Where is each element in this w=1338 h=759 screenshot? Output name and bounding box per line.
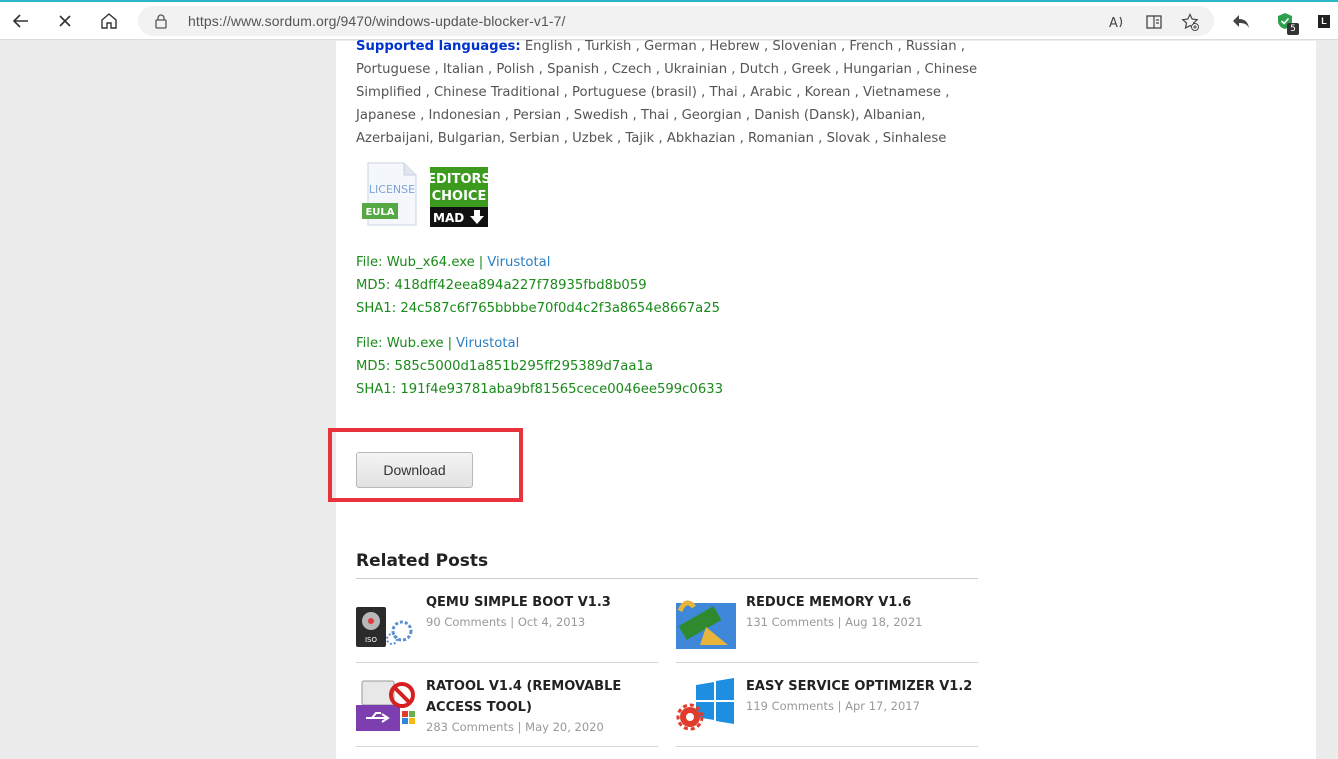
home-button[interactable] <box>94 6 124 36</box>
reduce-memory-thumbnail[interactable] <box>676 593 736 649</box>
reply-arrow-icon <box>1233 15 1249 28</box>
file-separator: | <box>478 255 484 270</box>
editors-line3: MAD <box>433 211 464 225</box>
svg-text:ISO: ISO <box>365 636 378 644</box>
qemu-thumbnail[interactable]: ISO <box>356 593 416 649</box>
related-posts-heading: Related Posts <box>356 551 489 571</box>
post-title[interactable]: REDUCE MEMORY V1.6 <box>746 592 978 613</box>
file-info-x86: File: Wub.exe | Virustotal MD5: 585c5000d1… <box>356 332 723 401</box>
file-info-x64: File: Wub_x64.exe | Virustotal MD5: 418dff… <box>356 251 720 320</box>
virustotal-link[interactable]: Virustotal <box>456 336 519 351</box>
svg-text:A: A <box>1109 16 1118 31</box>
editors-line2: CHOICE <box>432 189 487 204</box>
virustotal-link[interactable]: Virustotal <box>487 255 550 270</box>
file-name: File: Wub.exe <box>356 336 444 351</box>
easy-service-optimizer-thumbnail[interactable] <box>676 677 736 733</box>
post-meta: 283 Comments | May 20, 2020 <box>426 720 604 734</box>
home-icon <box>101 13 117 29</box>
meta-separator: | <box>837 699 842 713</box>
related-post-ratool[interactable]: RATOOL V1.4 (REMOVABLE ACCESS TOOL) 283 … <box>356 663 658 747</box>
post-meta: 90 Comments | Oct 4, 2013 <box>426 615 585 629</box>
supported-languages-paragraph: Supported languages: English , Turkish ,… <box>356 35 978 150</box>
post-comments[interactable]: 283 Comments <box>426 720 514 734</box>
extension-shield-button[interactable]: 5 <box>1277 12 1299 35</box>
file-separator: | <box>447 336 453 351</box>
read-aloud-icon[interactable]: A <box>1108 13 1126 31</box>
related-post-reduce-memory[interactable]: REDUCE MEMORY V1.6 131 Comments | Aug 18… <box>676 579 978 663</box>
ratool-thumbnail[interactable] <box>356 677 416 733</box>
meta-separator: | <box>837 615 842 629</box>
sha1-hash: SHA1: 191f4e93781aba9bf81565cece0046ee59… <box>356 382 723 397</box>
sha1-hash: SHA1: 24c587c6f765bbbbe70f0d4c2f3a8654e8… <box>356 301 721 316</box>
meta-separator: | <box>517 720 522 734</box>
post-date: Apr 17, 2017 <box>845 699 920 713</box>
immersive-reader-icon[interactable] <box>1145 13 1163 31</box>
post-meta: 119 Comments | Apr 17, 2017 <box>746 699 920 713</box>
meta-separator: | <box>510 615 515 629</box>
related-post-qemu[interactable]: ISO QEMU SIMPLE BOOT V1.3 90 Comments | … <box>356 579 658 663</box>
md5-hash: MD5: 585c5000d1a851b295ff295389d7aa1a <box>356 359 653 374</box>
article-content: Supported languages: English , Turkish ,… <box>328 39 978 747</box>
post-comments[interactable]: 119 Comments <box>746 699 834 713</box>
post-date: Oct 4, 2013 <box>517 615 586 629</box>
back-button[interactable] <box>6 6 36 36</box>
eula-text: EULA <box>365 207 394 218</box>
address-bar[interactable]: https://www.sordum.org/9470/windows-upda… <box>138 6 1214 36</box>
post-meta: 131 Comments | Aug 18, 2021 <box>746 615 922 629</box>
md5-hash: MD5: 418dff42eea894a227f78935fbd8b059 <box>356 278 647 293</box>
post-comments[interactable]: 90 Comments <box>426 615 507 629</box>
post-date: Aug 18, 2021 <box>845 615 923 629</box>
url-text[interactable]: https://www.sordum.org/9470/windows-upda… <box>188 13 566 29</box>
post-comments[interactable]: 131 Comments <box>746 615 834 629</box>
stop-loading-button[interactable] <box>50 6 80 36</box>
post-date: May 20, 2020 <box>525 720 604 734</box>
page-content-card: Supported languages: English , Turkish ,… <box>328 39 1316 759</box>
supported-languages-list: English , Turkish , German , Hebrew , Sl… <box>356 39 978 146</box>
post-title[interactable]: QEMU SIMPLE BOOT V1.3 <box>426 592 658 613</box>
download-button[interactable]: Download <box>356 452 473 488</box>
license-eula-badge[interactable]: LICENSE EULA <box>362 161 420 227</box>
editors-choice-badge[interactable]: EDITORS CHOICE MAD <box>430 167 488 227</box>
favorites-star-icon[interactable] <box>1181 13 1199 31</box>
supported-languages-label: Supported languages: <box>356 39 521 54</box>
related-post-easy-service-optimizer[interactable]: EASY SERVICE OPTIMIZER V1.2 119 Comments… <box>676 663 978 747</box>
lock-icon[interactable] <box>154 13 168 29</box>
extension-l-button[interactable]: L <box>1318 15 1330 28</box>
post-title[interactable]: EASY SERVICE OPTIMIZER V1.2 <box>746 676 978 697</box>
share-back-button[interactable] <box>1226 6 1256 36</box>
arrow-left-icon <box>12 14 28 28</box>
close-icon <box>59 15 71 27</box>
file-name: File: Wub_x64.exe <box>356 255 475 270</box>
license-text: LICENSE <box>369 183 415 196</box>
extension-badge-count: 5 <box>1287 23 1299 35</box>
editors-line1: EDITORS <box>430 172 488 187</box>
post-title[interactable]: RATOOL V1.4 (REMOVABLE ACCESS TOOL) <box>426 676 658 718</box>
